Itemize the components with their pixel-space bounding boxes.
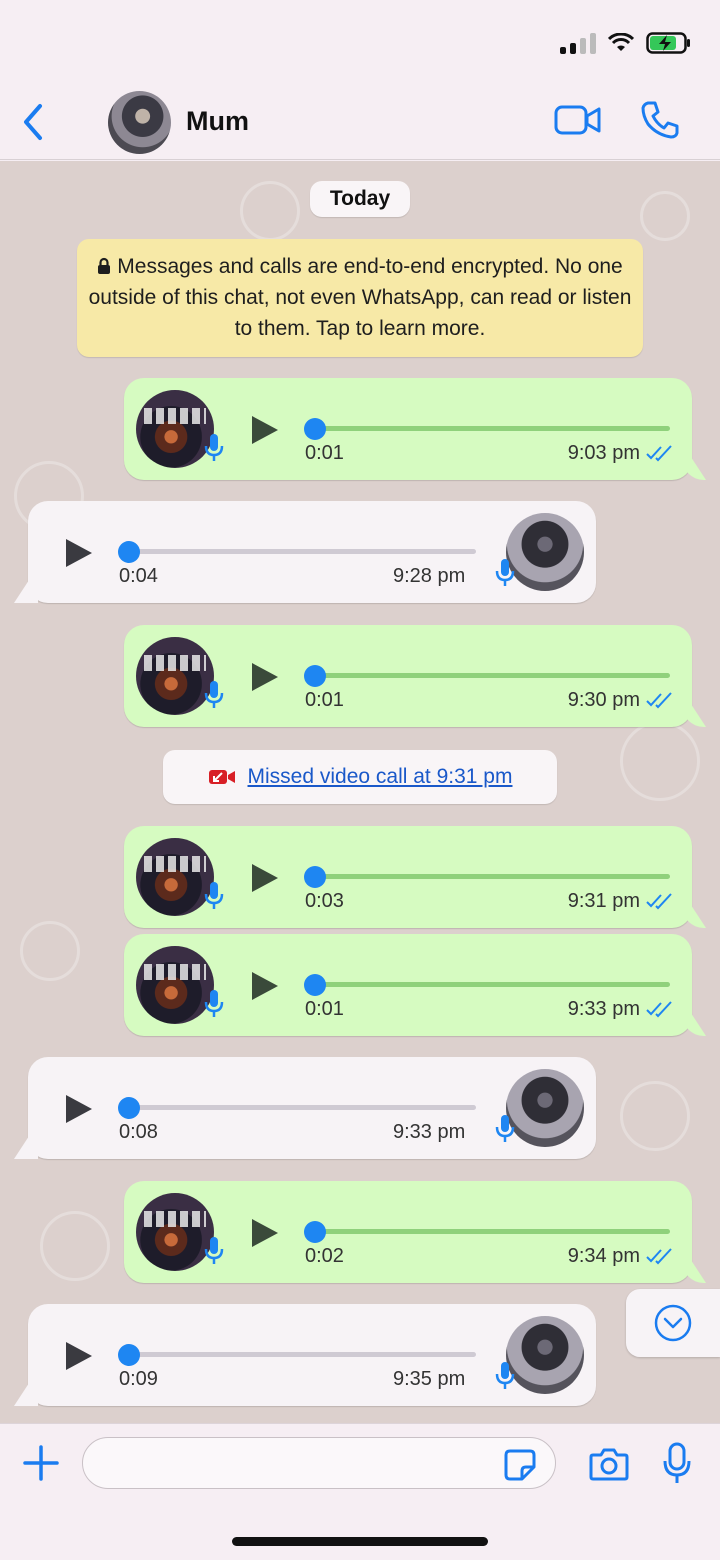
read-receipt-icon (646, 1248, 672, 1265)
playback-scrubber[interactable] (304, 665, 326, 687)
battery-charging-icon (646, 32, 690, 54)
cellular-signal-icon (560, 32, 596, 54)
microphone-icon[interactable] (662, 1441, 692, 1487)
camera-icon[interactable] (589, 1446, 629, 1482)
message-time: 9:35 pm (393, 1368, 466, 1390)
missed-call-link[interactable]: Missed video call at 9:31 pm (248, 765, 513, 789)
read-receipt-icon (646, 445, 672, 462)
microphone-icon (204, 882, 224, 909)
message-time: 9:33 pm (567, 998, 640, 1020)
missed-call-notice[interactable]: Missed video call at 9:31 pm (163, 750, 557, 804)
playback-scrubber[interactable] (304, 1221, 326, 1243)
missed-video-call-icon (208, 770, 235, 784)
lock-icon (98, 257, 111, 274)
play-icon[interactable] (250, 1217, 280, 1249)
wallpaper-doodle (640, 191, 690, 241)
voice-message-outgoing[interactable]: 0:02 9:34 pm (124, 1181, 692, 1283)
wallpaper-doodle (20, 921, 80, 981)
playback-track[interactable] (314, 426, 670, 431)
wallpaper-doodle (620, 721, 700, 801)
playback-track[interactable] (128, 549, 476, 554)
voice-call-icon[interactable] (640, 100, 680, 140)
message-time: 9:28 pm (393, 565, 466, 587)
video-call-icon[interactable] (554, 103, 602, 137)
voice-message-outgoing[interactable]: 0:01 9:03 pm (124, 378, 692, 480)
microphone-icon (204, 990, 224, 1017)
message-time: 9:03 pm (567, 442, 640, 464)
playback-track[interactable] (314, 673, 670, 678)
status-bar-icons (560, 28, 692, 58)
message-time: 9:33 pm (393, 1121, 466, 1143)
voice-duration: 0:04 (119, 565, 158, 587)
playback-scrubber[interactable] (304, 418, 326, 440)
playback-track[interactable] (314, 1229, 670, 1234)
voice-duration: 0:08 (119, 1121, 158, 1143)
contact-name[interactable]: Mum (186, 106, 249, 137)
voice-duration: 0:02 (305, 1245, 344, 1267)
sender-avatar (506, 513, 584, 591)
voice-duration: 0:01 (305, 998, 344, 1020)
wallpaper-doodle (620, 1081, 690, 1151)
play-icon[interactable] (64, 1093, 94, 1125)
voice-duration: 0:01 (305, 442, 344, 464)
microphone-icon (495, 1115, 515, 1142)
playback-track[interactable] (128, 1352, 476, 1357)
contact-avatar[interactable] (108, 91, 171, 154)
playback-scrubber[interactable] (118, 1344, 140, 1366)
playback-scrubber[interactable] (304, 974, 326, 996)
sender-avatar (506, 1316, 584, 1394)
encryption-notice-text: Messages and calls are end-to-end encryp… (88, 255, 632, 340)
encryption-notice[interactable]: Messages and calls are end-to-end encryp… (77, 239, 643, 357)
back-chevron-icon[interactable] (18, 100, 48, 144)
message-time: 9:30 pm (567, 689, 640, 711)
voice-message-incoming[interactable]: 0:04 9:28 pm (28, 501, 596, 603)
read-receipt-icon (646, 692, 672, 709)
plus-icon[interactable] (22, 1444, 60, 1482)
playback-track[interactable] (314, 982, 670, 987)
read-receipt-icon (646, 1001, 672, 1018)
play-icon[interactable] (250, 661, 280, 693)
wifi-icon (608, 33, 634, 51)
microphone-icon (495, 559, 515, 586)
playback-scrubber[interactable] (304, 866, 326, 888)
voice-message-incoming[interactable]: 0:09 9:35 pm (28, 1304, 596, 1406)
voice-message-outgoing[interactable]: 0:01 9:33 pm (124, 934, 692, 1036)
microphone-icon (495, 1362, 515, 1389)
message-input[interactable] (82, 1437, 556, 1489)
read-receipt-icon (646, 893, 672, 910)
playback-track[interactable] (128, 1105, 476, 1110)
microphone-icon (204, 681, 224, 708)
date-separator: Today (310, 181, 410, 217)
voice-duration: 0:09 (119, 1368, 158, 1390)
voice-message-outgoing[interactable]: 0:01 9:30 pm (124, 625, 692, 727)
playback-track[interactable] (314, 874, 670, 879)
scroll-to-bottom-button[interactable] (626, 1289, 720, 1357)
play-icon[interactable] (64, 1340, 94, 1372)
chat-header: Mum (0, 0, 720, 160)
chevron-down-circle-icon (654, 1304, 692, 1342)
message-composer (0, 1423, 720, 1560)
chat-area[interactable]: Today Messages and calls are end-to-end … (0, 161, 720, 1423)
wallpaper-doodle (40, 1211, 110, 1281)
microphone-icon (204, 434, 224, 461)
playback-scrubber[interactable] (118, 541, 140, 563)
voice-duration: 0:01 (305, 689, 344, 711)
sender-avatar (506, 1069, 584, 1147)
play-icon[interactable] (250, 970, 280, 1002)
voice-duration: 0:03 (305, 890, 344, 912)
home-indicator[interactable] (232, 1537, 488, 1546)
microphone-icon (204, 1237, 224, 1264)
play-icon[interactable] (250, 862, 280, 894)
playback-scrubber[interactable] (118, 1097, 140, 1119)
sticker-icon[interactable] (504, 1449, 536, 1481)
voice-message-outgoing[interactable]: 0:03 9:31 pm (124, 826, 692, 928)
wallpaper-doodle (240, 181, 300, 241)
message-time: 9:34 pm (567, 1245, 640, 1267)
play-icon[interactable] (250, 414, 280, 446)
play-icon[interactable] (64, 537, 94, 569)
message-time: 9:31 pm (567, 890, 640, 912)
voice-message-incoming[interactable]: 0:08 9:33 pm (28, 1057, 596, 1159)
